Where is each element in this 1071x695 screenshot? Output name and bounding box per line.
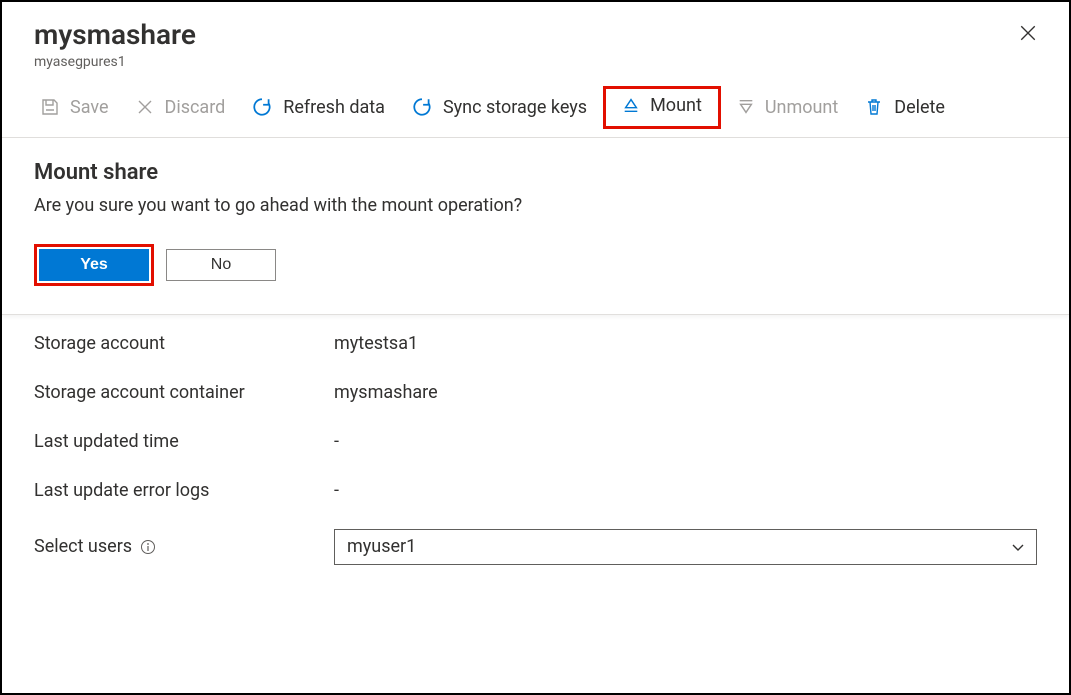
- panel-header: mysmashare myasegpures1: [2, 2, 1069, 74]
- row-last-updated: Last updated time -: [34, 431, 1037, 452]
- no-button[interactable]: No: [166, 249, 276, 281]
- label-error-logs: Last update error logs: [34, 480, 334, 501]
- close-button[interactable]: [1019, 24, 1037, 42]
- mount-button[interactable]: Mount: [616, 91, 708, 120]
- page-title: mysmashare: [34, 18, 1037, 52]
- save-label: Save: [70, 97, 109, 118]
- row-select-users: Select users myuser1: [34, 529, 1037, 565]
- sync-icon: [411, 96, 433, 118]
- page-root: mysmashare myasegpures1 Save Discard Ref…: [0, 0, 1071, 695]
- info-icon[interactable]: [140, 539, 156, 555]
- mount-confirm-panel: Mount share Are you sure you want to go …: [2, 138, 1069, 315]
- close-icon: [1019, 24, 1037, 42]
- save-icon: [40, 97, 60, 117]
- mount-label: Mount: [650, 95, 702, 116]
- value-last-updated: -: [334, 431, 339, 452]
- discard-icon: [135, 97, 155, 117]
- share-details: Storage account mytestsa1 Storage accoun…: [2, 315, 1069, 565]
- page-subtitle: myasegpures1: [34, 54, 1037, 70]
- select-users-dropdown[interactable]: myuser1: [334, 529, 1037, 565]
- value-error-logs: -: [334, 480, 339, 501]
- value-container: mysmashare: [334, 382, 438, 403]
- mount-icon: [622, 96, 640, 114]
- label-select-users: Select users: [34, 536, 334, 557]
- row-storage-account: Storage account mytestsa1: [34, 333, 1037, 354]
- label-select-users-text: Select users: [34, 536, 132, 557]
- yes-highlight: Yes: [34, 244, 154, 286]
- value-storage-account: mytestsa1: [334, 333, 418, 354]
- confirm-question: Are you sure you want to go ahead with t…: [34, 195, 1037, 216]
- unmount-icon: [737, 98, 755, 116]
- discard-label: Discard: [165, 97, 226, 118]
- save-button[interactable]: Save: [34, 93, 115, 122]
- mount-highlight: Mount: [603, 86, 721, 129]
- label-storage-account: Storage account: [34, 333, 334, 354]
- sync-label: Sync storage keys: [443, 97, 587, 118]
- refresh-button[interactable]: Refresh data: [245, 92, 391, 122]
- discard-button[interactable]: Discard: [129, 93, 232, 122]
- command-bar: Save Discard Refresh data Sync storage k…: [2, 74, 1069, 138]
- refresh-icon: [251, 96, 273, 118]
- delete-icon: [864, 97, 884, 117]
- unmount-button[interactable]: Unmount: [731, 93, 844, 122]
- select-users-value: myuser1: [347, 536, 416, 557]
- chevron-down-icon: [1010, 539, 1026, 555]
- row-container: Storage account container mysmashare: [34, 382, 1037, 403]
- refresh-label: Refresh data: [283, 97, 385, 118]
- sync-button[interactable]: Sync storage keys: [405, 92, 593, 122]
- confirm-button-row: Yes No: [34, 244, 1037, 286]
- row-error-logs: Last update error logs -: [34, 480, 1037, 501]
- yes-button[interactable]: Yes: [39, 249, 149, 281]
- confirm-heading: Mount share: [34, 160, 1037, 185]
- label-last-updated: Last updated time: [34, 431, 334, 452]
- unmount-label: Unmount: [765, 97, 838, 118]
- delete-label: Delete: [894, 97, 945, 118]
- delete-button[interactable]: Delete: [858, 93, 951, 122]
- label-container: Storage account container: [34, 382, 334, 403]
